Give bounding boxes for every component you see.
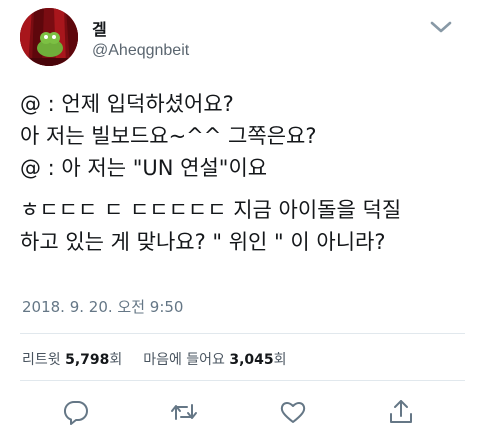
tweet-line: @ : 아 저는 "UN 연설"이요 bbox=[20, 156, 268, 180]
tweet-line: 아 저는 빌보드요~^^ 그쪽은요? bbox=[20, 124, 317, 148]
retweets-unit: 회 bbox=[109, 352, 123, 368]
like-icon[interactable] bbox=[279, 398, 307, 426]
retweet-icon[interactable] bbox=[170, 398, 198, 426]
reply-icon[interactable] bbox=[62, 398, 90, 426]
tweet-stats: 리트윗 5,798회 마음에 들어요 3,045회 bbox=[22, 349, 287, 369]
tweet-header: 겔 @Aheqgnbeit bbox=[20, 8, 460, 70]
likes-count[interactable]: 3,045 bbox=[229, 352, 273, 368]
avatar[interactable] bbox=[20, 8, 78, 66]
share-icon[interactable] bbox=[387, 398, 415, 426]
action-bar bbox=[0, 398, 480, 428]
display-name[interactable]: 겔 bbox=[92, 16, 107, 40]
tweet-line: ㅎㄷㄷㄷ ㄷ ㄷㄷㄷㄷㄷ 지금 아이돌을 덕질 bbox=[20, 198, 402, 222]
user-handle[interactable]: @Aheqgnbeit bbox=[92, 42, 189, 60]
tweet-line: 하고 있는 게 맞나요? " 위인 " 이 아니라? bbox=[20, 230, 386, 254]
tweet-timestamp[interactable]: 2018. 9. 20. 오전 9:50 bbox=[22, 296, 183, 317]
likes-unit: 회 bbox=[273, 352, 287, 368]
tweet-line: @ : 언제 입덕하셨어요? bbox=[20, 92, 234, 116]
likes-label[interactable]: 마음에 들어요 bbox=[143, 352, 225, 368]
tweet-body: @ : 언제 입덕하셨어요? 아 저는 빌보드요~^^ 그쪽은요? @ : 아 … bbox=[20, 88, 470, 258]
retweets-label[interactable]: 리트윗 bbox=[22, 352, 61, 368]
divider bbox=[20, 333, 465, 334]
retweets-count[interactable]: 5,798 bbox=[65, 352, 109, 368]
chevron-down-icon[interactable] bbox=[428, 18, 454, 36]
divider bbox=[20, 380, 465, 381]
